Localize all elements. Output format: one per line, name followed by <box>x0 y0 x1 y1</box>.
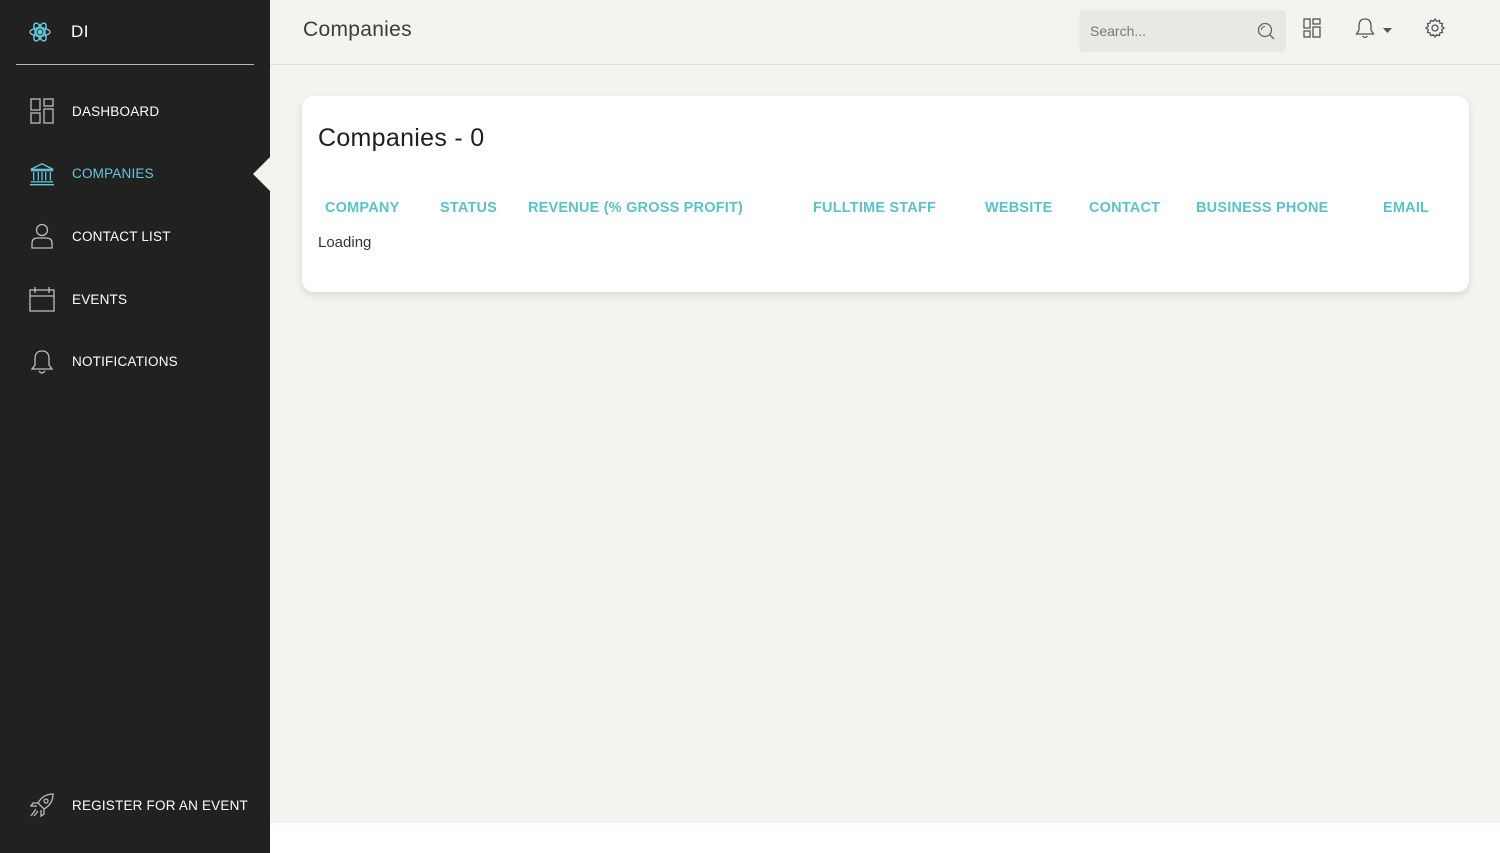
bank-icon <box>29 160 55 188</box>
loading-text: Loading <box>318 234 372 251</box>
sidebar-item-companies[interactable]: COMPANIES <box>0 143 270 206</box>
column-header-website[interactable]: WEBSITE <box>985 200 1052 216</box>
bell-icon <box>29 348 55 376</box>
search-box <box>1079 10 1286 52</box>
settings-button[interactable] <box>1423 17 1447 43</box>
sidebar-item-events[interactable]: EVENTS <box>0 268 270 331</box>
search-icon[interactable] <box>1257 22 1275 40</box>
sidebar: DI DASHBOARD COMPANIES CONTACT LIST EVEN… <box>0 0 270 853</box>
footer <box>270 823 1500 853</box>
card-title: Companies - 0 <box>318 124 485 152</box>
sidebar-item-label: NOTIFICATIONS <box>72 354 178 370</box>
chevron-down-icon <box>1383 21 1392 39</box>
user-icon <box>29 222 55 250</box>
sidebar-item-label: DASHBOARD <box>72 103 160 119</box>
column-header-status[interactable]: STATUS <box>440 200 497 216</box>
column-header-business-phone[interactable]: BUSINESS PHONE <box>1196 200 1329 216</box>
dashboard-icon <box>29 97 55 125</box>
column-header-company[interactable]: COMPANY <box>325 200 399 216</box>
sidebar-item-contact-list[interactable]: CONTACT LIST <box>0 205 270 268</box>
calendar-icon <box>29 285 55 313</box>
top-header: Companies <box>270 0 1500 65</box>
sidebar-item-dashboard[interactable]: DASHBOARD <box>0 80 270 143</box>
page-title: Companies <box>303 18 412 41</box>
column-header-fulltime-staff[interactable]: FULLTIME STAFF <box>813 200 936 216</box>
notifications-dropdown-button[interactable] <box>1355 17 1401 44</box>
column-header-email[interactable]: EMAIL <box>1383 200 1429 216</box>
sidebar-item-label: EVENTS <box>72 291 128 307</box>
sidebar-item-label: COMPANIES <box>72 166 154 182</box>
column-header-contact[interactable]: CONTACT <box>1089 200 1160 216</box>
register-event-label: REGISTER FOR AN EVENT <box>72 797 248 813</box>
register-event-button[interactable]: REGISTER FOR AN EVENT <box>0 774 270 836</box>
brand[interactable]: DI <box>16 0 254 65</box>
bell-icon <box>1355 17 1375 44</box>
brand-text: DI <box>71 22 89 41</box>
column-header-revenue[interactable]: REVENUE (% GROSS PROFIT) <box>528 200 743 216</box>
dashboard-layout-button[interactable] <box>1300 17 1324 43</box>
sidebar-item-notifications[interactable]: NOTIFICATIONS <box>0 330 270 393</box>
sidebar-item-label: CONTACT LIST <box>72 228 171 244</box>
rocket-icon <box>29 791 55 819</box>
sidebar-nav: DASHBOARD COMPANIES CONTACT LIST EVENTS … <box>0 80 270 393</box>
react-logo-icon <box>16 12 64 52</box>
dashboard-icon <box>1303 17 1321 43</box>
search-input[interactable] <box>1079 23 1249 39</box>
gear-icon <box>1424 17 1446 43</box>
